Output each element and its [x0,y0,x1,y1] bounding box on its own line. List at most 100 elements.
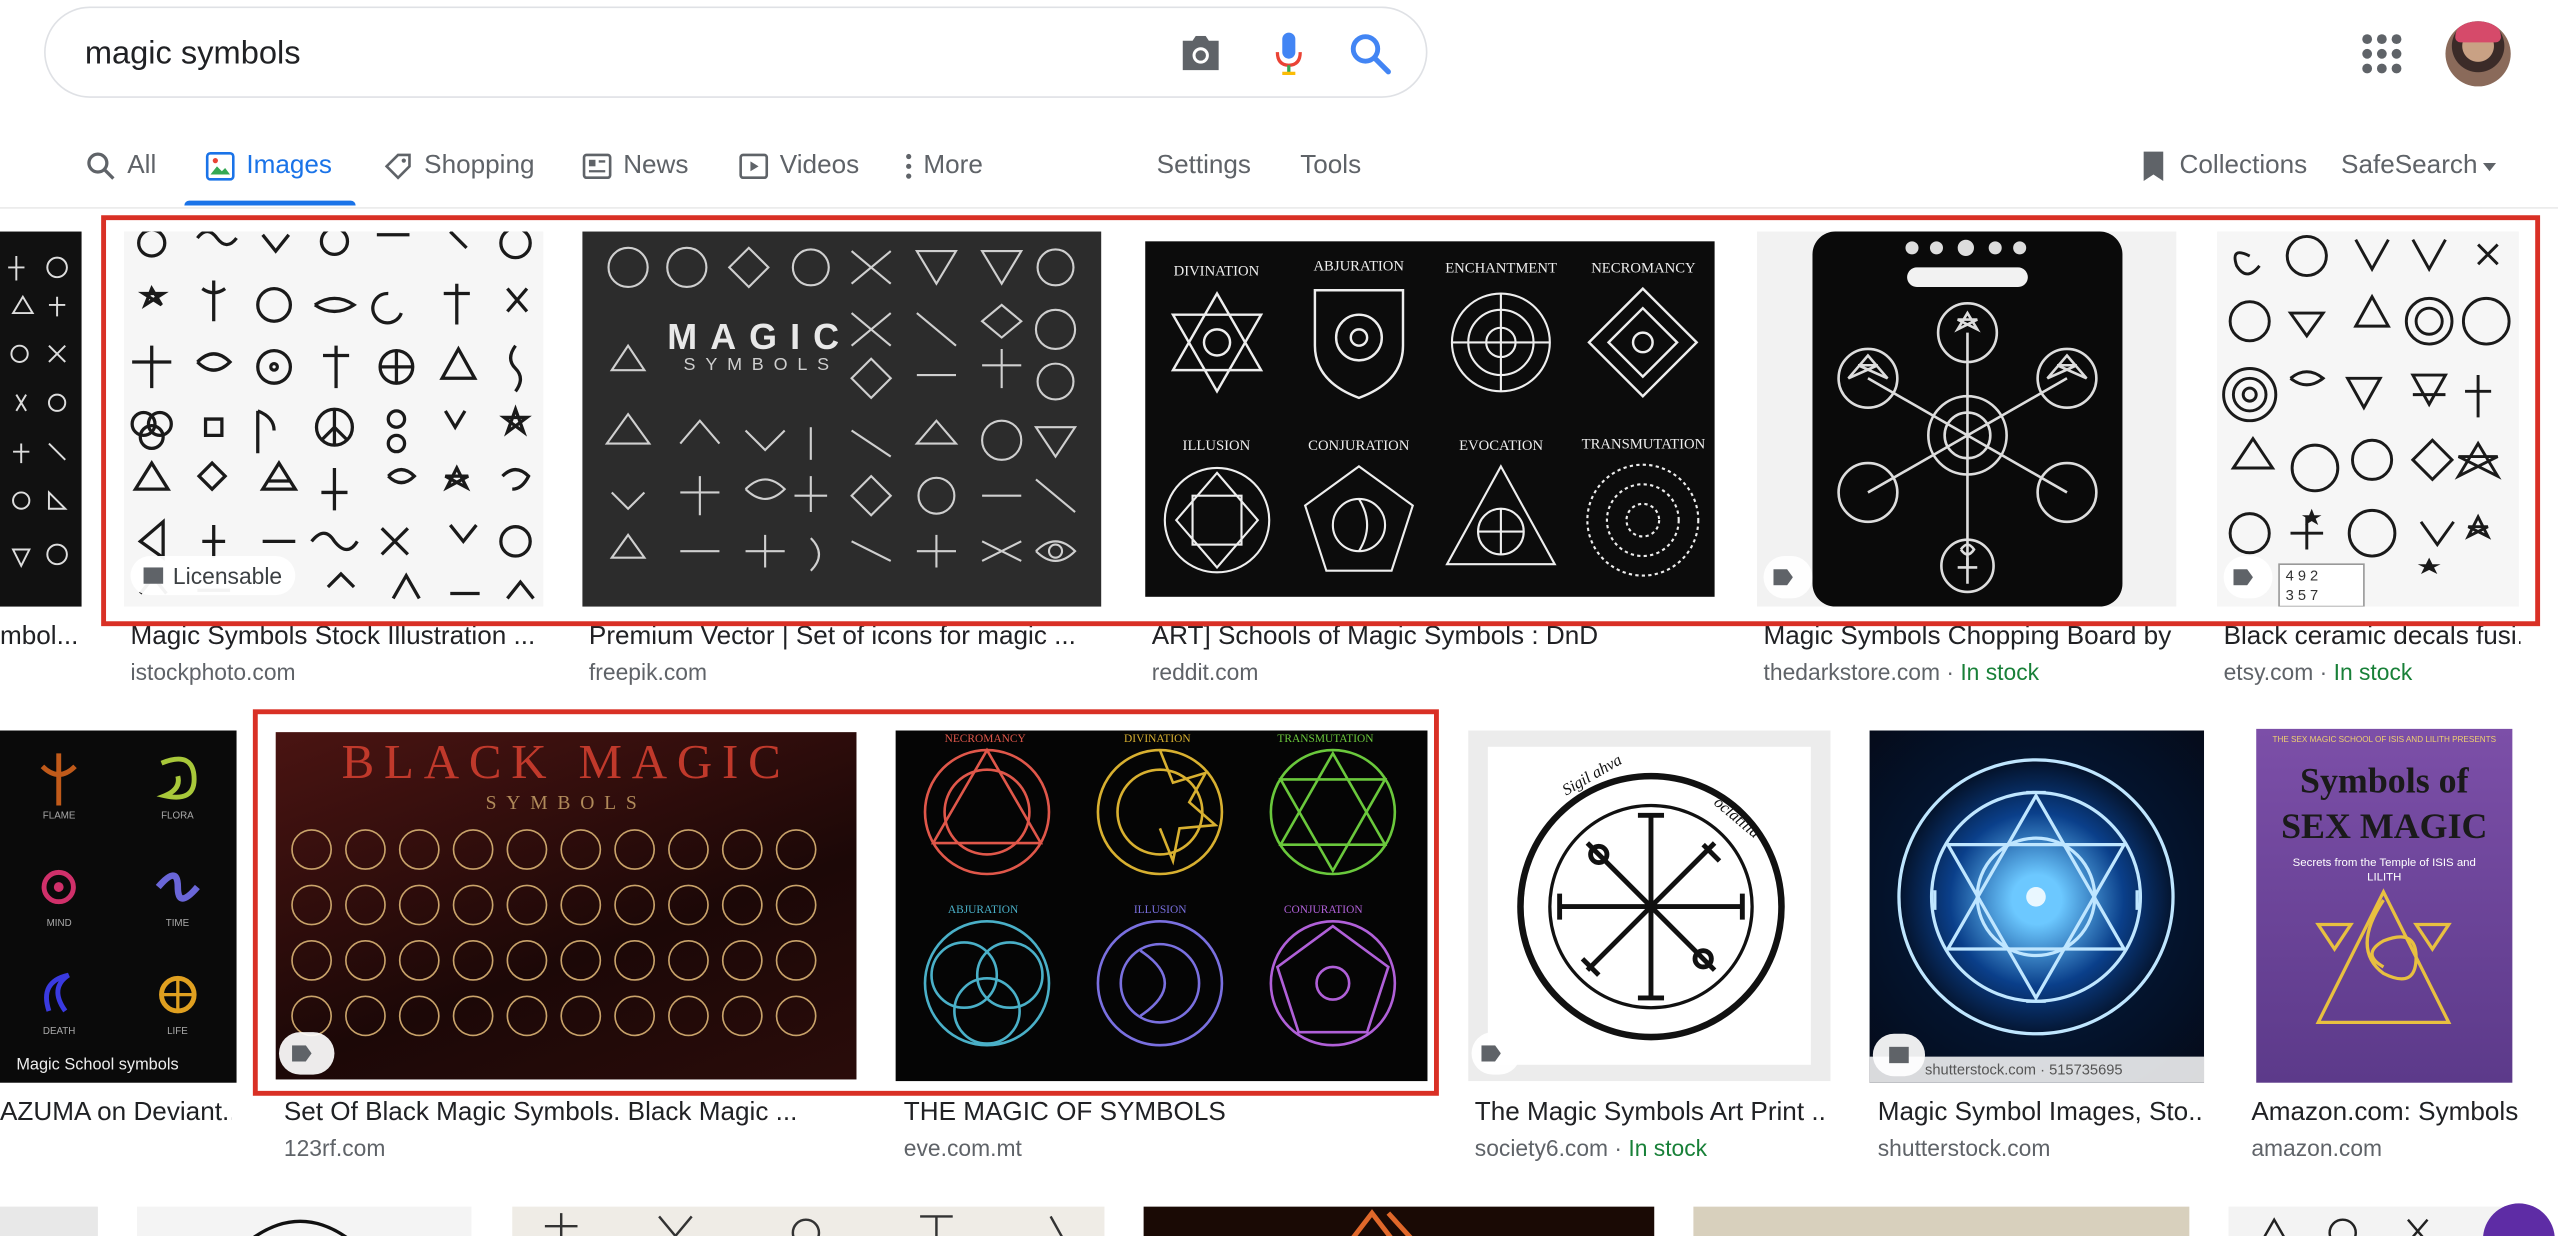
school-label: ILLUSION [1182,436,1251,453]
result-source[interactable]: eve.com.mt [904,1135,1426,1161]
search-icon [85,150,118,183]
school-symbol: MIND [0,838,118,946]
avatar[interactable] [2445,21,2511,87]
tab-images[interactable]: Images [204,143,332,189]
result-image-row3[interactable] [1693,1206,2190,1236]
tab-label: More [923,151,983,180]
result-title[interactable]: THE MAGIC OF SYMBOLS [904,1099,1426,1128]
result-image-chopping-board[interactable] [1757,231,2177,607]
stock-status: In stock [1960,658,2040,685]
result-image-row3[interactable] [1143,1206,1655,1236]
source-domain: society6.com [1474,1134,1609,1161]
symbol-label: FLORA [161,812,194,822]
school-symbol: NECROMANCY [1572,241,1714,419]
symbol-label: LIFE [167,1027,188,1038]
search-icon[interactable] [1348,31,1394,77]
result-source[interactable]: freepik.com [589,659,1078,685]
safesearch-label: SafeSearch [2341,151,2478,180]
result-title[interactable]: Set Of Black Magic Symbols. Black Magic … [284,1099,858,1128]
result-source[interactable]: shutterstock.com [1878,1135,2204,1161]
search-tabs: All Images Shopping News Videos More Set… [0,127,2558,209]
apps-grid-icon[interactable] [2359,31,2405,77]
result-image-eve[interactable]: NECROMANCY DIVINATION TRANSMUTATION ABJU… [895,730,1428,1082]
result-title[interactable]: Amazon.com: Symbols... [2251,1099,2520,1128]
school-label: ENCHANTMENT [1445,258,1557,275]
result-source[interactable]: amazon.com [2251,1135,2520,1161]
result-title[interactable]: Magic Symbols Stock Illustration ... [131,623,547,652]
settings-link[interactable]: Settings [1157,143,1251,189]
image-icon [204,150,237,183]
school-label: ILLUSION [1133,903,1187,917]
result-source[interactable]: etsy.com · In stock [2224,659,2521,685]
result-source[interactable]: 123rf.com [284,1135,858,1161]
tab-shopping[interactable]: Shopping [382,143,535,189]
chevron-down-icon [2482,162,2496,171]
school-symbol: EVOCATION [1430,419,1572,597]
school-label: NECROMANCY [1591,258,1696,275]
result-image-row3[interactable] [0,1206,98,1236]
tab-label: Shopping [424,151,535,180]
result-image-deviantart[interactable]: FLAME FLORA MIND TIME DEATH LIFE Magic S… [0,730,237,1083]
school-label: CONJURATION [1308,436,1410,453]
search-box[interactable] [44,6,1428,98]
result-image-shutterstock[interactable]: shutterstock.com · 515735695 [1869,730,2205,1083]
result-image-freepik[interactable]: MAGIC SYMBOLS [582,231,1102,607]
safesearch-dropdown[interactable]: SafeSearch [2341,143,2496,189]
google-images-page: All Images Shopping News Videos More Set… [0,0,2558,1236]
result-image-row3[interactable] [2228,1206,2523,1236]
result-image-row3[interactable] [512,1206,1105,1236]
stock-status: In stock [2333,658,2413,685]
school-label: EVOCATION [1459,436,1544,453]
overlay-title: MAGIC [667,316,853,358]
svg-text:3 5 7: 3 5 7 [2286,588,2319,604]
tab-videos[interactable]: Videos [737,143,859,189]
school-label: NECROMANCY [944,732,1026,746]
search-input[interactable] [84,27,1129,80]
symbol-label: FLAME [42,812,76,822]
school-symbol: LIFE [118,946,236,1054]
result-title[interactable]: mbol... [0,623,78,652]
result-image-123rf[interactable]: BLACK MAGIC SYMBOLS [275,732,857,1080]
tab-all[interactable]: All [85,143,156,189]
svg-text:4 9 2: 4 9 2 [2286,568,2319,584]
result-image-amazon[interactable]: THE SEX MAGIC SCHOOL OF ISIS AND LILITH … [2256,728,2513,1083]
result-title[interactable]: ART] Schools of Magic Symbols : DnD [1152,623,1715,652]
result-source[interactable]: thedarkstore.com · In stock [1764,659,2172,685]
result-image-society6[interactable]: Sigil ahva oclatilia [1468,730,1831,1082]
symbol-label: TIME [165,919,190,930]
school-label: DIVINATION [1173,261,1260,279]
result-image-partial-left[interactable] [0,231,82,607]
image-icon [143,567,164,584]
school-symbol: ILLUSION [1145,419,1287,597]
result-title[interactable]: Magic Symbols Chopping Board by... [1764,623,2172,652]
image-icon [1872,1033,1926,1077]
result-title[interactable]: Premium Vector | Set of icons for magic … [589,623,1078,652]
result-image-reddit[interactable]: DIVINATION ABJURATION ENCHANTMENT NECROM… [1145,241,1715,597]
news-icon [581,150,614,183]
camera-icon[interactable] [1178,31,1224,77]
school-symbol: ABJURATION [1288,241,1430,419]
tab-news[interactable]: News [581,143,688,189]
school-symbol: TRANSMUTATION [1572,419,1714,597]
tab-more[interactable]: More [901,143,983,189]
product-tag-icon [278,1032,335,1075]
microphone-icon[interactable] [1266,31,1312,77]
tag-icon [382,150,415,183]
school-symbol: TIME [118,838,236,946]
product-tag-icon [2223,556,2273,599]
result-title[interactable]: Magic Symbol Images, Sto... [1878,1099,2204,1128]
result-source[interactable]: istockphoto.com [131,659,547,685]
product-tag-icon [1763,556,1813,599]
result-source[interactable]: reddit.com [1152,659,1715,685]
symbol-label: DEATH [42,1027,76,1038]
source-domain: etsy.com [2223,658,2314,685]
result-title[interactable]: AZUMA on Deviant... [0,1099,232,1128]
collections-link[interactable]: Collections [2137,143,2307,189]
result-image-row3[interactable] [137,1206,472,1236]
result-source[interactable]: society6.com · In stock [1475,1135,1824,1161]
result-image-istock[interactable]: Licensable [123,231,544,607]
result-title[interactable]: Black ceramic decals fusi... [2224,623,2521,652]
tools-link[interactable]: Tools [1300,143,1361,189]
result-title[interactable]: The Magic Symbols Art Print ... [1475,1099,1824,1128]
result-image-etsy[interactable]: 4 9 2 3 5 7 [2217,231,2519,607]
